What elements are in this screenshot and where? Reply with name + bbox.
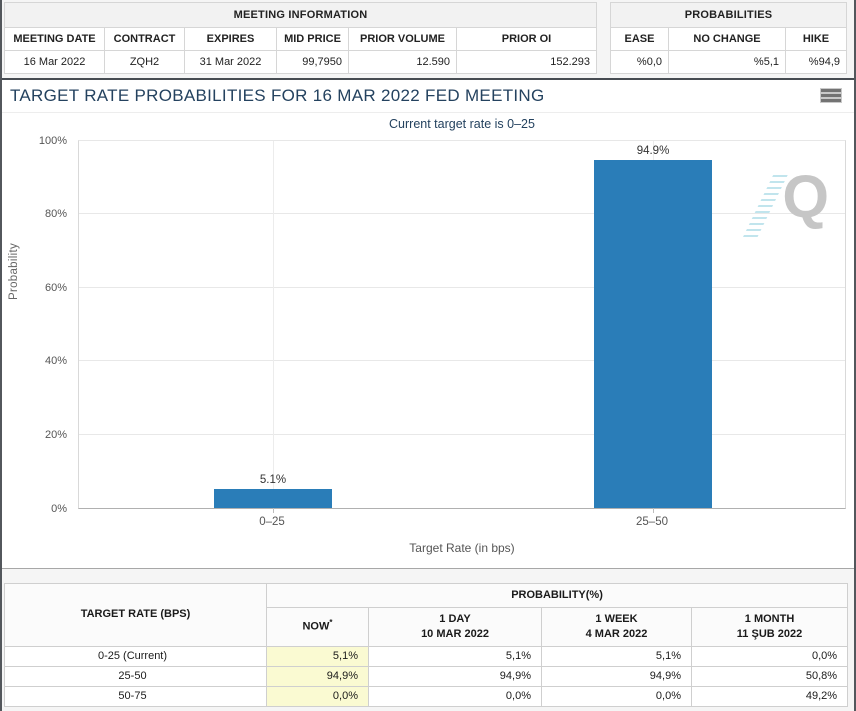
group-header-row: TARGET RATE (BPS) PROBABILITY(%) — [5, 584, 848, 608]
month-value: 50,8% — [692, 666, 848, 686]
col-1-day: 1 DAY10 MAR 2022 — [369, 607, 542, 646]
y-axis-ticks: 0% 20% 40% 60% 80% 100% — [2, 140, 72, 509]
row-label: 50-75 — [5, 686, 267, 706]
mid-price-value: 99,7950 — [277, 51, 349, 74]
prior-volume-value: 12.590 — [349, 51, 457, 74]
week-value: 94,9% — [542, 666, 692, 686]
bar-25-50[interactable] — [594, 160, 712, 508]
now-value: 0,0% — [267, 686, 369, 706]
col-1-week: 1 WEEK4 MAR 2022 — [542, 607, 692, 646]
col-no-change: NO CHANGE — [669, 28, 786, 51]
hike-value: %94,9 — [786, 51, 847, 74]
table-row-0-25: 0-25 (Current) 5,1% 5,1% 5,1% 0,0% — [5, 646, 848, 666]
probability-history-strip: TARGET RATE (BPS) PROBABILITY(%) NOW* 1 … — [2, 569, 854, 711]
gridline-60 — [79, 287, 845, 288]
meeting-information-table: MEETING INFORMATION MEETING DATE CONTRAC… — [4, 2, 597, 74]
quikstrike-watermark: Q — [743, 173, 829, 239]
bar-slot-25-50: 94.9% — [594, 141, 712, 508]
chart-title-bar: TARGET RATE PROBABILITIES FOR 16 MAR 202… — [2, 80, 854, 113]
gridline-80 — [79, 213, 845, 214]
expires-value: 31 Mar 2022 — [185, 51, 277, 74]
meeting-date-value: 16 Mar 2022 — [5, 51, 105, 74]
chart-subtitle: Current target rate is 0–25 — [78, 117, 846, 131]
ytick-80: 80% — [45, 208, 67, 220]
col-hike: HIKE — [786, 28, 847, 51]
month-value: 0,0% — [692, 646, 848, 666]
meeting-information-title: MEETING INFORMATION — [4, 2, 597, 27]
col-now: NOW* — [267, 607, 369, 646]
week-value: 0,0% — [542, 686, 692, 706]
prior-oi-value: 152.293 — [457, 51, 597, 74]
now-asterisk: * — [329, 618, 332, 627]
chart-title: TARGET RATE PROBABILITIES FOR 16 MAR 202… — [2, 86, 545, 106]
probability-history-table: TARGET RATE (BPS) PROBABILITY(%) NOW* 1 … — [4, 583, 848, 707]
x-axis-ticks: 0–25 25–50 — [78, 516, 846, 532]
ytick-40: 40% — [45, 355, 67, 367]
plot-area: 5.1% 94.9% Q — [78, 140, 846, 509]
probabilities-header-row: EASE NO CHANGE HIKE — [611, 28, 847, 51]
gridline-40 — [79, 360, 845, 361]
x-tickmark-cat1 — [273, 508, 274, 513]
day-value: 5,1% — [369, 646, 542, 666]
ytick-0: 0% — [51, 503, 67, 515]
fedwatch-panel: MEETING INFORMATION MEETING DATE CONTRAC… — [0, 0, 856, 711]
row-label: 0-25 (Current) — [5, 646, 267, 666]
ease-value: %0,0 — [611, 51, 669, 74]
col-prior-oi: PRIOR OI — [457, 28, 597, 51]
bar-value-label: 5.1% — [260, 474, 286, 486]
day-value: 94,9% — [369, 666, 542, 686]
table-row-50-75: 50-75 0,0% 0,0% 0,0% 49,2% — [5, 686, 848, 706]
now-value: 5,1% — [267, 646, 369, 666]
bar-0-25[interactable] — [214, 489, 332, 508]
x-axis-title: Target Rate (in bps) — [78, 541, 846, 555]
hamburger-menu-icon[interactable] — [821, 89, 841, 104]
xtick-0-25: 0–25 — [259, 516, 285, 528]
col-contract: CONTRACT — [105, 28, 185, 51]
col-1-month: 1 MONTH11 ŞUB 2022 — [692, 607, 848, 646]
col-ease: EASE — [611, 28, 669, 51]
meeting-info-header-row: MEETING DATE CONTRACT EXPIRES MID PRICE … — [5, 28, 597, 51]
col-prior-volume: PRIOR VOLUME — [349, 28, 457, 51]
x-tickmark-cat2 — [653, 508, 654, 513]
contract-value: ZQH2 — [105, 51, 185, 74]
row-label: 25-50 — [5, 666, 267, 686]
probabilities-summary-title: PROBABILITIES — [610, 2, 847, 27]
ytick-20: 20% — [45, 429, 67, 441]
month-value: 49,2% — [692, 686, 848, 706]
bar-slot-0-25: 5.1% — [214, 141, 332, 508]
ytick-60: 60% — [45, 282, 67, 294]
day-value: 0,0% — [369, 686, 542, 706]
chart-body: Current target rate is 0–25 Probability … — [2, 113, 854, 568]
target-rate-bps-header: TARGET RATE (BPS) — [5, 584, 267, 647]
now-value: 94,9% — [267, 666, 369, 686]
watermark-q-logo: Q — [782, 167, 829, 227]
table-row-25-50: 25-50 94,9% 94,9% 94,9% 50,8% — [5, 666, 848, 686]
target-rate-chart-panel: TARGET RATE PROBABILITIES FOR 16 MAR 202… — [2, 78, 854, 569]
probabilities-summary-table: PROBABILITIES EASE NO CHANGE HIKE %0,0 %… — [610, 2, 847, 74]
week-value: 5,1% — [542, 646, 692, 666]
top-summary-strip: MEETING INFORMATION MEETING DATE CONTRAC… — [2, 0, 854, 78]
probabilities-value-row: %0,0 %5,1 %94,9 — [611, 51, 847, 74]
col-meeting-date: MEETING DATE — [5, 28, 105, 51]
meeting-info-value-row: 16 Mar 2022 ZQH2 31 Mar 2022 99,7950 12.… — [5, 51, 597, 74]
xtick-25-50: 25–50 — [636, 516, 668, 528]
bar-value-label: 94.9% — [637, 145, 670, 157]
col-expires: EXPIRES — [185, 28, 277, 51]
col-mid-price: MID PRICE — [277, 28, 349, 51]
probability-group-header: PROBABILITY(%) — [267, 584, 848, 608]
no-change-value: %5,1 — [669, 51, 786, 74]
gridline-20 — [79, 434, 845, 435]
ytick-100: 100% — [39, 135, 67, 147]
